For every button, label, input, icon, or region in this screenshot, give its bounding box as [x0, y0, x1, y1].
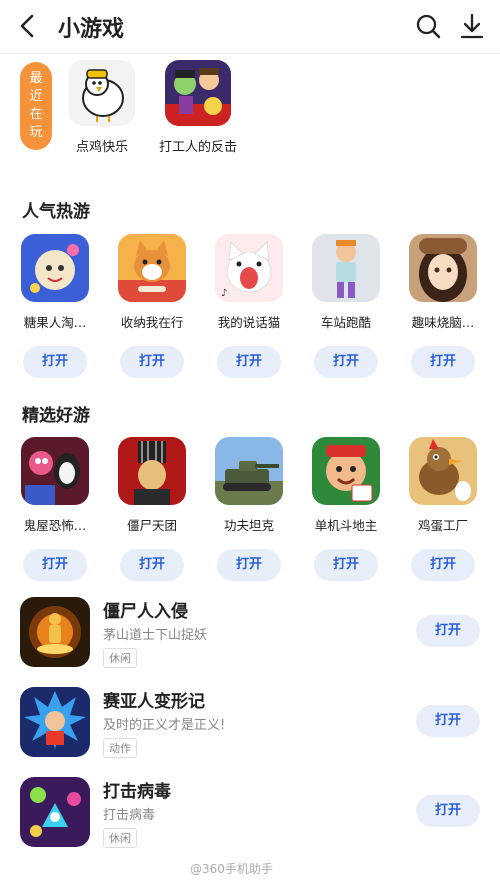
- list-game-1[interactable]: 僵尸人入侵 茅山道士下山捉妖 休闲 打开: [0, 597, 500, 677]
- popular-game-1[interactable]: 糖果人淘… 打开: [12, 234, 98, 378]
- game-description: 茅山道士下山捉妖: [103, 628, 208, 643]
- featured-section-title: 精选好游: [22, 406, 90, 426]
- candy-game-icon: [21, 234, 89, 302]
- open-button[interactable]: 打开: [314, 346, 378, 378]
- game-name: 功夫坦克: [223, 518, 274, 533]
- list-game-3[interactable]: 打击病毒 打击病毒 休闲 打开: [0, 777, 500, 857]
- download-icon[interactable]: [459, 12, 485, 40]
- card-game-icon: [312, 437, 380, 505]
- page-title: 小游戏: [58, 17, 125, 42]
- open-button[interactable]: 打开: [217, 346, 281, 378]
- game-name: 僵尸人入侵: [103, 602, 188, 622]
- open-button[interactable]: 打开: [120, 549, 184, 581]
- corgi-game-icon: [118, 234, 186, 302]
- haunted-house-game-icon: [21, 437, 89, 505]
- genre-tag: 动作: [103, 738, 137, 758]
- popular-game-3[interactable]: ♪ 我的说话猫 打开: [206, 234, 292, 378]
- taoist-game-icon: [20, 597, 90, 667]
- search-icon[interactable]: [415, 13, 441, 39]
- genre-tag: 休闲: [103, 648, 137, 668]
- game-name: 收纳我在行: [120, 315, 184, 330]
- back-arrow-icon[interactable]: [14, 12, 42, 40]
- popular-game-4[interactable]: 车站跑酷 打开: [303, 234, 389, 378]
- recent-game-1[interactable]: 点鸡快乐: [52, 60, 152, 155]
- open-button[interactable]: 打开: [411, 346, 475, 378]
- worker-game-icon: [165, 60, 231, 126]
- featured-game-2[interactable]: 僵尸天团 打开: [109, 437, 195, 581]
- open-button[interactable]: 打开: [120, 346, 184, 378]
- runner-game-icon: [312, 234, 380, 302]
- recent-game-name: 打工人的反击: [158, 140, 237, 155]
- recent-label-text: 最近在玩: [29, 71, 43, 140]
- featured-game-4[interactable]: 单机斗地主 打开: [303, 437, 389, 581]
- popular-game-2[interactable]: 收纳我在行 打开: [109, 234, 195, 378]
- top-bar: 小游戏: [0, 0, 500, 54]
- chicken-game-icon: [69, 60, 135, 126]
- popular-section-title: 人气热游: [22, 202, 90, 222]
- game-name: 趣味烧脑…: [411, 315, 475, 330]
- featured-game-5[interactable]: 鸡蛋工厂 打开: [400, 437, 486, 581]
- featured-game-3[interactable]: 功夫坦克 打开: [206, 437, 292, 581]
- game-name: 鬼屋恐怖…: [23, 518, 87, 533]
- tank-game-icon: [215, 437, 283, 505]
- game-name: 赛亚人变形记: [103, 692, 205, 712]
- watermark: @360手机助手: [190, 862, 273, 876]
- game-description: 及时的正义才是正义!: [103, 718, 226, 733]
- featured-game-1[interactable]: 鬼屋恐怖… 打开: [12, 437, 98, 581]
- popular-game-5[interactable]: 趣味烧脑… 打开: [400, 234, 486, 378]
- game-name: 打击病毒: [103, 782, 171, 802]
- game-name: 车站跑酷: [320, 315, 371, 330]
- open-button[interactable]: 打开: [217, 549, 281, 581]
- game-name: 我的说话猫: [217, 315, 281, 330]
- recent-label: 最近在玩: [20, 62, 52, 150]
- recent-game-2[interactable]: 打工人的反击: [148, 60, 248, 155]
- open-button[interactable]: 打开: [416, 705, 480, 737]
- game-description: 打击病毒: [103, 808, 156, 823]
- genre-tag: 休闲: [103, 828, 137, 848]
- open-button[interactable]: 打开: [23, 346, 87, 378]
- game-name: 僵尸天团: [126, 518, 177, 533]
- list-game-2[interactable]: 赛亚人变形记 及时的正义才是正义! 动作 打开: [0, 687, 500, 767]
- open-button[interactable]: 打开: [23, 549, 87, 581]
- svg-text:♪: ♪: [221, 288, 227, 299]
- saiyan-game-icon: [20, 687, 90, 757]
- game-name: 单机斗地主: [314, 518, 378, 533]
- game-name: 鸡蛋工厂: [417, 518, 468, 533]
- cat-game-icon: ♪: [215, 234, 283, 302]
- game-name: 糖果人淘…: [23, 315, 87, 330]
- puzzle-girl-game-icon: [409, 234, 477, 302]
- virus-game-icon: [20, 777, 90, 847]
- open-button[interactable]: 打开: [314, 549, 378, 581]
- zombie-team-game-icon: [118, 437, 186, 505]
- open-button[interactable]: 打开: [416, 615, 480, 647]
- egg-factory-game-icon: [409, 437, 477, 505]
- open-button[interactable]: 打开: [416, 795, 480, 827]
- open-button[interactable]: 打开: [411, 549, 475, 581]
- recent-game-name: 点鸡快乐: [75, 140, 128, 155]
